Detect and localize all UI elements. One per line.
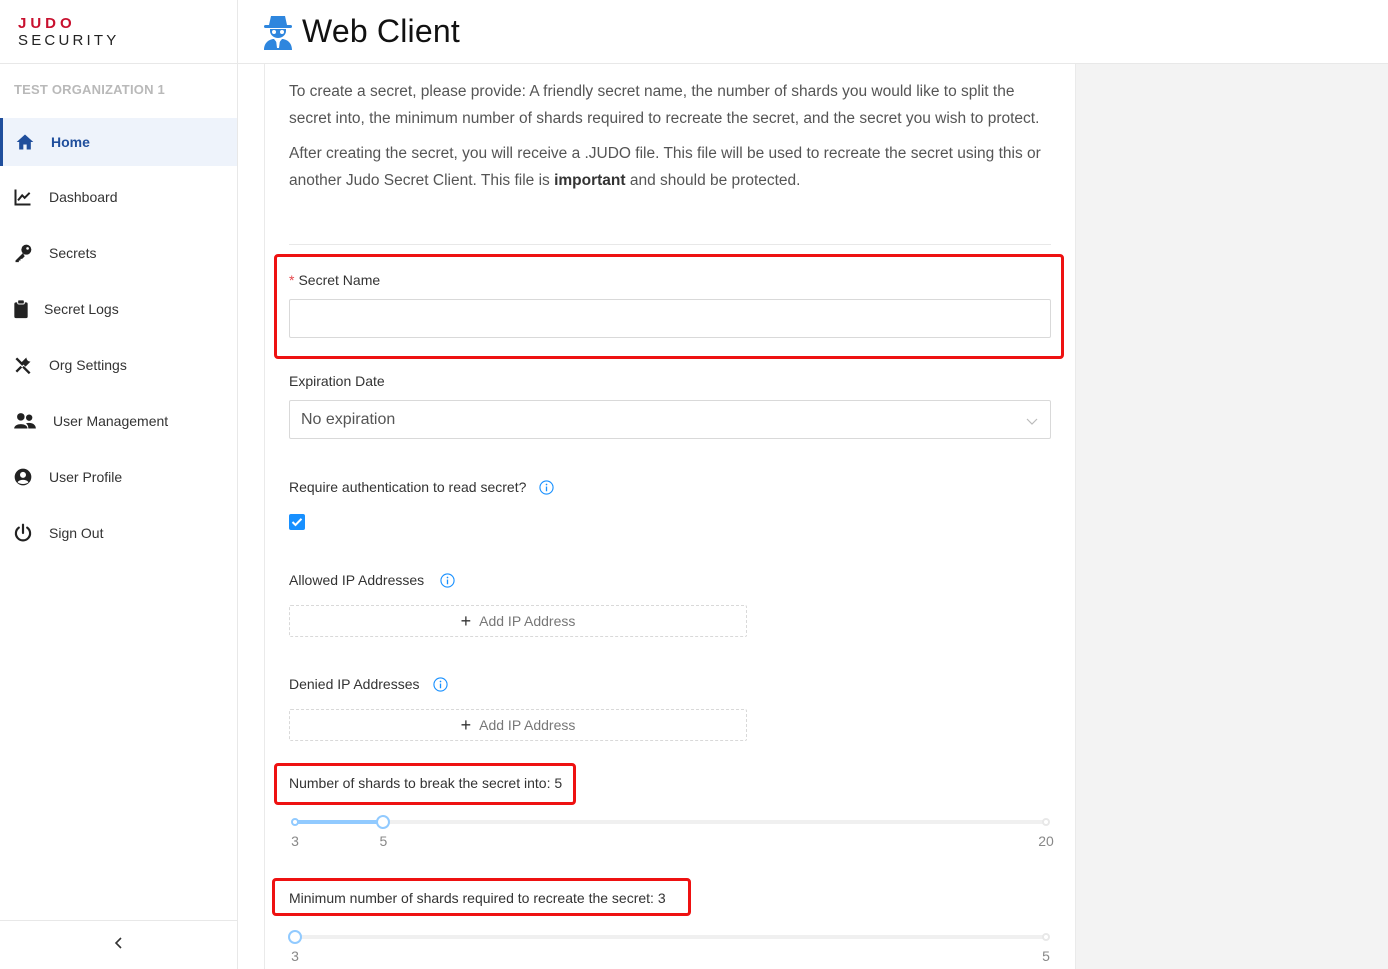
shards-label: Number of shards to break the secret int… [289,775,563,791]
tools-icon [12,354,34,376]
sidebar-item-label: Org Settings [49,357,127,373]
line-chart-icon [12,186,34,208]
sidebar-item-label: Dashboard [49,189,118,205]
sidebar-collapse-button[interactable] [0,920,237,969]
slider-rail [295,820,1046,824]
create-secret-form: To create a secret, please provide: A fr… [264,64,1076,969]
slider-rail [295,935,1046,939]
slider-dot-max[interactable] [1042,818,1050,826]
slider-dot-max[interactable] [1042,933,1050,941]
required-marker: * [289,272,295,288]
info-icon[interactable] [539,480,554,495]
page-header: Web Client [238,0,1388,64]
check-icon [291,518,303,527]
sidebar-item-sign-out[interactable]: Sign Out [0,509,237,557]
intro-paragraph-1: To create a secret, please provide: A fr… [289,83,1040,127]
page-title: Web Client [302,13,460,49]
logo[interactable]: JUDO SECURITY [0,0,237,64]
secret-name-label-text: Secret Name [298,272,381,288]
secret-name-input[interactable] [289,299,1051,338]
expiration-select[interactable]: No expiration [289,400,1051,439]
plus-icon: + [460,715,472,735]
user-circle-icon [12,466,34,488]
sidebar-item-label: User Profile [49,469,123,485]
chevron-down-icon [1026,414,1038,426]
sidebar-item-label: Home [51,134,90,150]
users-icon [12,410,38,432]
shards-slider[interactable]: 3 5 20 [291,815,1054,849]
slider-mark-max: 5 [1042,948,1050,964]
add-ip-label: Add IP Address [479,613,576,629]
info-icon[interactable] [433,677,448,692]
slider-mark-value: 5 [379,833,388,849]
min-shards-slider[interactable]: 3 5 [288,930,1050,964]
plus-icon: + [460,611,472,631]
expiration-label: Expiration Date [289,373,385,389]
sidebar: JUDO SECURITY TEST ORGANIZATION 1 Home D… [0,0,238,969]
slider-mark-min: 3 [291,948,299,964]
intro-text: To create a secret, please provide: A fr… [289,78,1054,194]
sidebar-item-dashboard[interactable]: Dashboard [0,173,237,221]
allowed-ip-label: Allowed IP Addresses [289,572,425,588]
expiration-value: No expiration [301,410,396,428]
add-ip-label: Add IP Address [479,717,576,733]
power-icon [12,522,34,544]
sidebar-item-org-settings[interactable]: Org Settings [0,341,237,389]
require-auth-label: Require authentication to read secret? [289,479,527,495]
chevron-left-icon [113,936,125,955]
home-icon [14,131,36,153]
spy-icon [262,14,294,50]
right-background [1076,64,1388,969]
logo-bottom-text: SECURITY [18,32,120,49]
clipboard-icon [10,298,32,320]
logo-top-text: JUDO [18,15,76,32]
sidebar-item-user-profile[interactable]: User Profile [0,453,237,501]
key-icon [12,242,34,264]
slider-handle[interactable] [288,930,302,944]
slider-mark-min: 3 [291,833,299,849]
denied-ip-label: Denied IP Addresses [289,676,420,692]
sidebar-item-label: Secrets [49,245,97,261]
intro-paragraph-2: After creating the secret, you will rece… [289,140,1054,194]
organization-name: TEST ORGANIZATION 1 [14,82,165,97]
divider [289,244,1051,245]
info-icon[interactable] [440,573,455,588]
slider-track [295,820,384,824]
sidebar-item-label: Secret Logs [44,301,119,317]
sidebar-item-label: User Management [53,413,169,429]
sidebar-item-label: Sign Out [49,525,104,541]
require-auth-checkbox[interactable] [289,514,305,530]
min-shards-label: Minimum number of shards required to rec… [289,890,666,906]
intro-paragraph-2-end: and should be protected. [625,172,801,189]
secret-name-label: * Secret Name [289,272,380,288]
slider-dot-min[interactable] [291,818,299,826]
sidebar-item-user-management[interactable]: User Management [0,397,237,445]
add-allowed-ip-button[interactable]: + Add IP Address [289,605,747,637]
sidebar-item-secrets[interactable]: Secrets [0,229,237,277]
sidebar-item-home[interactable]: Home [0,118,237,166]
sidebar-item-secret-logs[interactable]: Secret Logs [0,285,237,333]
intro-important-text: important [554,172,626,189]
add-denied-ip-button[interactable]: + Add IP Address [289,709,747,741]
slider-mark-max: 20 [1038,833,1054,849]
slider-handle[interactable] [376,815,391,829]
